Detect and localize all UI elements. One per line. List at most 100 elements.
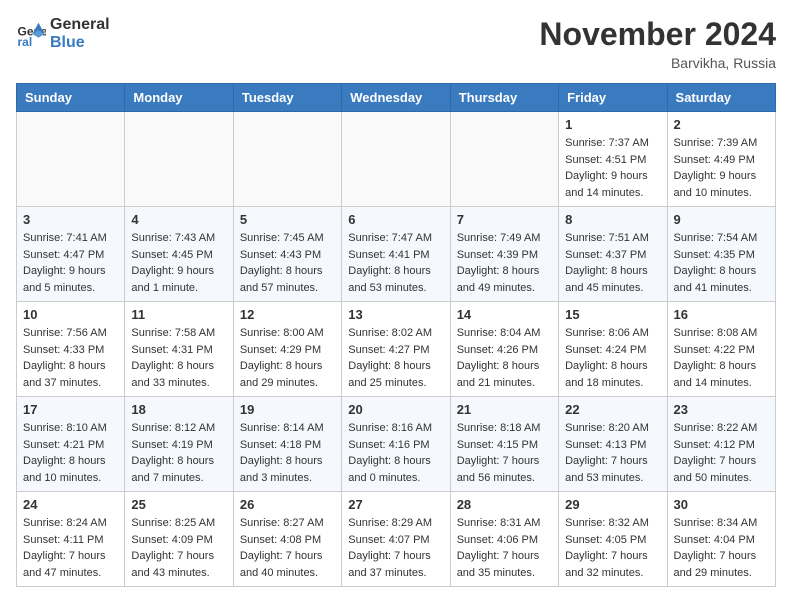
day-number: 9	[674, 212, 769, 227]
calendar-day-cell: 1 Sunrise: 7:37 AM Sunset: 4:51 PM Daylig…	[559, 112, 667, 207]
calendar-day-cell	[125, 112, 233, 207]
day-number: 15	[565, 307, 660, 322]
calendar-day-cell: 27 Sunrise: 8:29 AM Sunset: 4:07 PM Dayli…	[342, 492, 450, 587]
calendar-day-cell: 6 Sunrise: 7:47 AM Sunset: 4:41 PM Daylig…	[342, 207, 450, 302]
day-number: 12	[240, 307, 335, 322]
calendar-day-cell: 25 Sunrise: 8:25 AM Sunset: 4:09 PM Dayli…	[125, 492, 233, 587]
calendar-day-cell	[17, 112, 125, 207]
day-info: Sunrise: 7:51 AM Sunset: 4:37 PM Dayligh…	[565, 230, 660, 296]
day-number: 16	[674, 307, 769, 322]
day-number: 5	[240, 212, 335, 227]
day-number: 29	[565, 497, 660, 512]
day-info: Sunrise: 8:18 AM Sunset: 4:15 PM Dayligh…	[457, 420, 552, 486]
day-number: 2	[674, 117, 769, 132]
day-info: Sunrise: 8:02 AM Sunset: 4:27 PM Dayligh…	[348, 325, 443, 391]
weekday-header-cell: Sunday	[17, 84, 125, 112]
calendar-day-cell: 2Sunrise: 7:39 AM Sunset: 4:49 PM Daylig…	[667, 112, 775, 207]
day-info: Sunrise: 8:31 AM Sunset: 4:06 PM Dayligh…	[457, 515, 552, 581]
calendar-week-row: 3 Sunrise: 7:41 AM Sunset: 4:47 PM Daylig…	[17, 207, 776, 302]
day-info: Sunrise: 8:25 AM Sunset: 4:09 PM Dayligh…	[131, 515, 226, 581]
calendar-body: 1 Sunrise: 7:37 AM Sunset: 4:51 PM Daylig…	[17, 112, 776, 587]
day-info: Sunrise: 8:08 AM Sunset: 4:22 PM Dayligh…	[674, 325, 769, 391]
day-info: Sunrise: 8:04 AM Sunset: 4:26 PM Dayligh…	[457, 325, 552, 391]
day-info: Sunrise: 8:34 AM Sunset: 4:04 PM Dayligh…	[674, 515, 769, 581]
weekday-header-cell: Thursday	[450, 84, 558, 112]
day-number: 24	[23, 497, 118, 512]
day-info: Sunrise: 8:20 AM Sunset: 4:13 PM Dayligh…	[565, 420, 660, 486]
calendar-day-cell: 8 Sunrise: 7:51 AM Sunset: 4:37 PM Daylig…	[559, 207, 667, 302]
calendar-day-cell: 11 Sunrise: 7:58 AM Sunset: 4:31 PM Dayli…	[125, 302, 233, 397]
day-number: 28	[457, 497, 552, 512]
calendar-day-cell: 26Sunrise: 8:27 AM Sunset: 4:08 PM Dayli…	[233, 492, 341, 587]
weekday-header-cell: Saturday	[667, 84, 775, 112]
calendar-day-cell: 5 Sunrise: 7:45 AM Sunset: 4:43 PM Daylig…	[233, 207, 341, 302]
calendar-day-cell: 20Sunrise: 8:16 AM Sunset: 4:16 PM Dayli…	[342, 397, 450, 492]
calendar-day-cell: 3 Sunrise: 7:41 AM Sunset: 4:47 PM Daylig…	[17, 207, 125, 302]
month-title: November 2024	[539, 16, 776, 53]
day-number: 13	[348, 307, 443, 322]
calendar-day-cell: 4 Sunrise: 7:43 AM Sunset: 4:45 PM Daylig…	[125, 207, 233, 302]
calendar-day-cell: 18Sunrise: 8:12 AM Sunset: 4:19 PM Dayli…	[125, 397, 233, 492]
calendar-day-cell: 30 Sunrise: 8:34 AM Sunset: 4:04 PM Dayli…	[667, 492, 775, 587]
calendar-day-cell	[342, 112, 450, 207]
weekday-header-cell: Monday	[125, 84, 233, 112]
day-info: Sunrise: 8:06 AM Sunset: 4:24 PM Dayligh…	[565, 325, 660, 391]
day-info: Sunrise: 7:43 AM Sunset: 4:45 PM Dayligh…	[131, 230, 226, 296]
calendar-day-cell: 23 Sunrise: 8:22 AM Sunset: 4:12 PM Dayli…	[667, 397, 775, 492]
calendar-day-cell: 15 Sunrise: 8:06 AM Sunset: 4:24 PM Dayli…	[559, 302, 667, 397]
calendar-day-cell: 7 Sunrise: 7:49 AM Sunset: 4:39 PM Daylig…	[450, 207, 558, 302]
day-number: 20	[348, 402, 443, 417]
day-info: Sunrise: 8:12 AM Sunset: 4:19 PM Dayligh…	[131, 420, 226, 486]
calendar-day-cell: 19Sunrise: 8:14 AM Sunset: 4:18 PM Dayli…	[233, 397, 341, 492]
calendar-day-cell	[233, 112, 341, 207]
day-info: Sunrise: 7:47 AM Sunset: 4:41 PM Dayligh…	[348, 230, 443, 296]
calendar-day-cell: 29 Sunrise: 8:32 AM Sunset: 4:05 PM Dayli…	[559, 492, 667, 587]
calendar-week-row: 24 Sunrise: 8:24 AM Sunset: 4:11 PM Dayli…	[17, 492, 776, 587]
day-info: Sunrise: 7:45 AM Sunset: 4:43 PM Dayligh…	[240, 230, 335, 296]
page-header: Gene ral General Blue November 2024 Barv…	[16, 16, 776, 71]
day-number: 3	[23, 212, 118, 227]
calendar-week-row: 17Sunrise: 8:10 AM Sunset: 4:21 PM Dayli…	[17, 397, 776, 492]
day-number: 27	[348, 497, 443, 512]
calendar-day-cell: 12 Sunrise: 8:00 AM Sunset: 4:29 PM Dayli…	[233, 302, 341, 397]
day-info: Sunrise: 8:32 AM Sunset: 4:05 PM Dayligh…	[565, 515, 660, 581]
day-number: 8	[565, 212, 660, 227]
day-info: Sunrise: 8:10 AM Sunset: 4:21 PM Dayligh…	[23, 420, 118, 486]
day-number: 4	[131, 212, 226, 227]
day-info: Sunrise: 8:29 AM Sunset: 4:07 PM Dayligh…	[348, 515, 443, 581]
day-number: 6	[348, 212, 443, 227]
logo-text-line2: Blue	[50, 34, 110, 52]
calendar-day-cell: 22 Sunrise: 8:20 AM Sunset: 4:13 PM Dayli…	[559, 397, 667, 492]
day-number: 23	[674, 402, 769, 417]
calendar-day-cell: 9Sunrise: 7:54 AM Sunset: 4:35 PM Daylig…	[667, 207, 775, 302]
calendar-week-row: 1 Sunrise: 7:37 AM Sunset: 4:51 PM Daylig…	[17, 112, 776, 207]
title-block: November 2024 Barvikha, Russia	[539, 16, 776, 71]
day-info: Sunrise: 8:00 AM Sunset: 4:29 PM Dayligh…	[240, 325, 335, 391]
day-info: Sunrise: 8:22 AM Sunset: 4:12 PM Dayligh…	[674, 420, 769, 486]
weekday-header-cell: Tuesday	[233, 84, 341, 112]
calendar-day-cell: 10Sunrise: 7:56 AM Sunset: 4:33 PM Dayli…	[17, 302, 125, 397]
day-number: 19	[240, 402, 335, 417]
day-info: Sunrise: 7:41 AM Sunset: 4:47 PM Dayligh…	[23, 230, 118, 296]
day-info: Sunrise: 8:24 AM Sunset: 4:11 PM Dayligh…	[23, 515, 118, 581]
weekday-header-cell: Wednesday	[342, 84, 450, 112]
day-number: 25	[131, 497, 226, 512]
day-info: Sunrise: 8:27 AM Sunset: 4:08 PM Dayligh…	[240, 515, 335, 581]
svg-text:ral: ral	[18, 35, 33, 49]
logo-text-line1: General	[50, 16, 110, 34]
weekday-header-row: SundayMondayTuesdayWednesdayThursdayFrid…	[17, 84, 776, 112]
day-info: Sunrise: 7:49 AM Sunset: 4:39 PM Dayligh…	[457, 230, 552, 296]
day-number: 7	[457, 212, 552, 227]
day-info: Sunrise: 7:37 AM Sunset: 4:51 PM Dayligh…	[565, 135, 660, 201]
calendar-day-cell: 13 Sunrise: 8:02 AM Sunset: 4:27 PM Dayli…	[342, 302, 450, 397]
day-number: 22	[565, 402, 660, 417]
day-number: 11	[131, 307, 226, 322]
calendar-table: SundayMondayTuesdayWednesdayThursdayFrid…	[16, 83, 776, 587]
day-number: 30	[674, 497, 769, 512]
calendar-day-cell: 21Sunrise: 8:18 AM Sunset: 4:15 PM Dayli…	[450, 397, 558, 492]
weekday-header-cell: Friday	[559, 84, 667, 112]
calendar-week-row: 10Sunrise: 7:56 AM Sunset: 4:33 PM Dayli…	[17, 302, 776, 397]
day-info: Sunrise: 7:58 AM Sunset: 4:31 PM Dayligh…	[131, 325, 226, 391]
day-number: 1	[565, 117, 660, 132]
location: Barvikha, Russia	[539, 55, 776, 71]
